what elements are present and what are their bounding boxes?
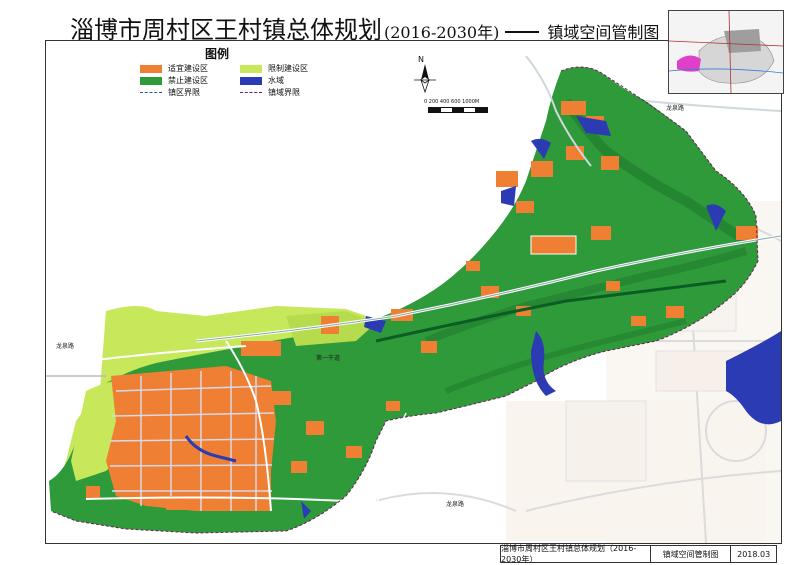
legend-item-restricted: 限制建设区 [240, 63, 308, 74]
legend-swatch-suitable [140, 64, 162, 73]
legend-label: 水域 [268, 76, 284, 85]
legend-label: 限制建设区 [268, 64, 308, 73]
road-label-south: 龙泉路 [446, 501, 465, 508]
legend-swatch-restricted [240, 64, 262, 73]
title-block: 淄博市周村区王村镇总体规划（2016-2030年） 镇域空间管制图 2018.0… [500, 544, 777, 564]
legend-item-forbidden: 禁止建设区 [140, 75, 208, 86]
legend-item-suitable: 适宜建设区 [140, 63, 208, 74]
road-label-northeast: 龙泉路 [666, 105, 685, 112]
map-frame: 龙泉路 龙泉路 第一干道 龙泉路 [45, 40, 782, 544]
legend-item-town-boundary: 镇区界限 [140, 87, 200, 98]
road-label-trunk: 第一干道 [316, 355, 341, 362]
map-sheet: 淄博市周村区王村镇总体规划 (2016-2030年) 镇域空间管制图 龙泉路 龙… [0, 0, 800, 565]
legend-swatch-forbidden [140, 76, 162, 85]
title-dash [505, 30, 540, 33]
title-block-date: 2018.03 [737, 549, 771, 559]
legend-label: 镇区界限 [168, 88, 200, 97]
inset-map [669, 11, 783, 93]
legend-line-town [140, 92, 162, 93]
legend-item-township-boundary: 镇域界限 [240, 87, 300, 98]
legend-label: 适宜建设区 [168, 64, 208, 73]
legend-line-township [240, 92, 262, 93]
title-block-plan: 淄博市周村区王村镇总体规划（2016-2030年） [501, 544, 651, 564]
legend-item-water: 水域 [240, 75, 284, 86]
north-label: N [418, 55, 424, 64]
scale-bar [428, 107, 488, 113]
legend: 适宜建设区 限制建设区 禁止建设区 水域 镇区界限 镇域界限 [120, 58, 320, 100]
scale-labels: 0 200 400 600 1000M [424, 99, 480, 105]
road-label-west: 龙泉路 [56, 343, 75, 350]
north-arrow-icon [414, 64, 436, 94]
map-canvas [46, 55, 781, 543]
legend-swatch-water [240, 76, 262, 85]
legend-label: 禁止建设区 [168, 76, 208, 85]
location-inset [668, 10, 784, 94]
legend-label: 镇域界限 [268, 88, 300, 97]
title-block-map: 镇域空间管制图 [651, 546, 732, 562]
